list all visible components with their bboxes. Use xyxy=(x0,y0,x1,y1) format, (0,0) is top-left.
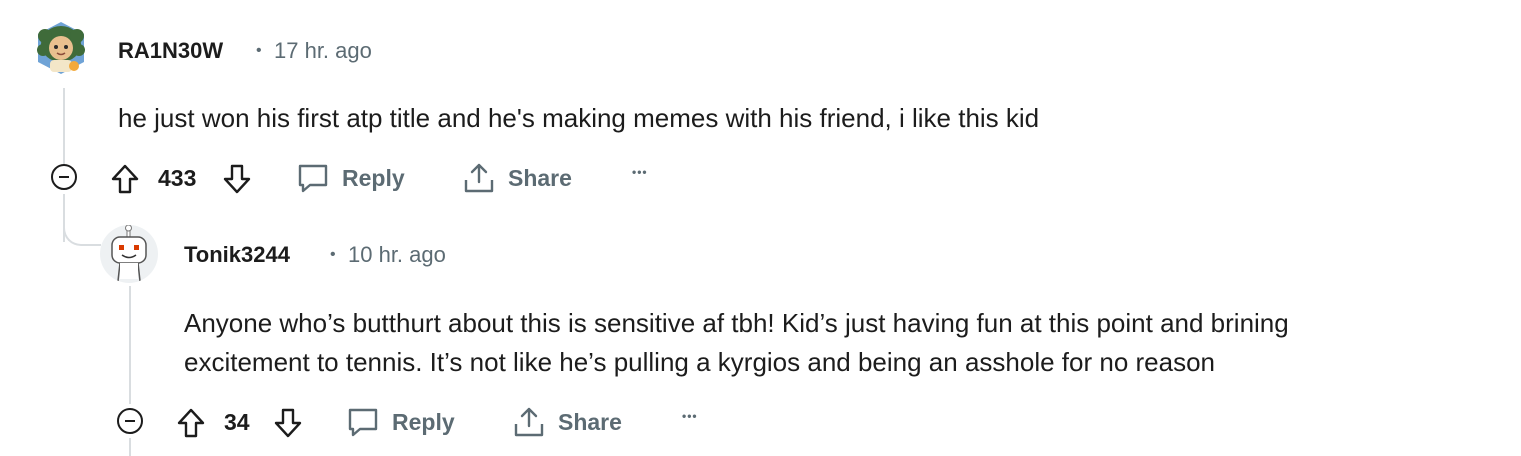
downvote-icon[interactable] xyxy=(273,407,303,439)
upvote-icon[interactable] xyxy=(176,407,206,439)
thread-line-main xyxy=(63,88,65,166)
more-options-button[interactable]: ••• xyxy=(682,409,698,423)
collapse-button[interactable] xyxy=(51,164,77,190)
share-icon xyxy=(464,163,494,193)
comment-body-line-2: excitement to tennis. It’s not like he’s… xyxy=(184,347,1215,377)
share-icon xyxy=(514,407,544,437)
meta-separator: • xyxy=(256,42,262,59)
share-label: Share xyxy=(558,408,622,435)
avatar-image xyxy=(111,225,147,282)
share-button[interactable]: Share xyxy=(462,162,572,194)
avatar[interactable] xyxy=(100,225,158,283)
share-label: Share xyxy=(508,164,572,191)
reply-button[interactable]: Reply xyxy=(296,162,405,194)
reply-label: Reply xyxy=(392,408,455,435)
comment-body: he just won his first atp title and he's… xyxy=(118,103,1040,133)
vote-count: 433 xyxy=(158,165,197,191)
comment-body-line-1: Anyone who’s butthurt about this is sens… xyxy=(184,308,1289,338)
username[interactable]: RA1N30W xyxy=(118,38,223,64)
reply-button[interactable]: Reply xyxy=(346,406,455,438)
more-options-button[interactable]: ••• xyxy=(632,165,648,179)
thread-line-reply xyxy=(129,286,131,404)
avatar-image xyxy=(37,22,85,74)
timestamp[interactable]: 17 hr. ago xyxy=(274,38,372,64)
meta-separator: • xyxy=(330,246,336,263)
collapse-button[interactable] xyxy=(117,408,143,434)
comment-bubble-icon xyxy=(298,164,328,193)
timestamp[interactable]: 10 hr. ago xyxy=(348,242,446,268)
reply-label: Reply xyxy=(342,164,405,191)
share-button[interactable]: Share xyxy=(512,406,622,438)
downvote-icon[interactable] xyxy=(222,163,252,195)
thread-line-reply-tail xyxy=(129,438,131,456)
username[interactable]: Tonik3244 xyxy=(184,242,290,268)
vote-count: 34 xyxy=(224,409,250,435)
avatar[interactable] xyxy=(30,16,92,78)
comment-bubble-icon xyxy=(348,408,378,437)
upvote-icon[interactable] xyxy=(110,163,140,195)
thread-connector-curve xyxy=(63,218,101,246)
